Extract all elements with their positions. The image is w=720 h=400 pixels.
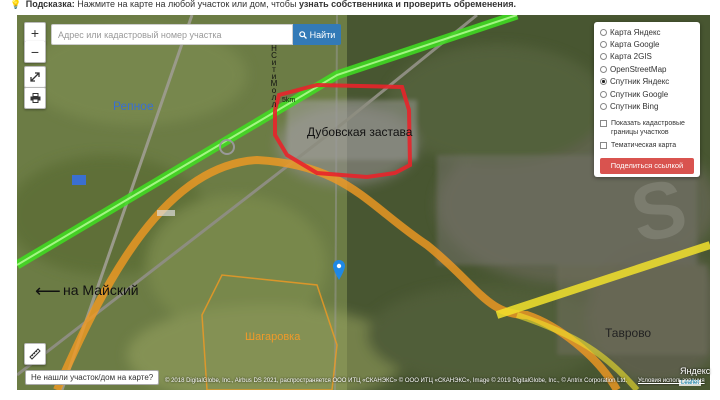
label-5km: 5km: [282, 97, 296, 104]
hint-emphasis: узнать собственника и проверить обремене…: [298, 0, 516, 9]
search-button-label: Найти: [309, 29, 336, 40]
layer-option-label: Спутник Bing: [610, 102, 659, 112]
hint-prefix: Подсказка:: [25, 0, 75, 9]
leaflet-link[interactable]: Leaflet: [679, 380, 702, 386]
hint-bar: 💡 Подсказка: Нажмите на карте на любой у…: [0, 0, 720, 15]
label-to-maysky: на Майский: [63, 282, 139, 298]
lightbulb-icon: 💡: [10, 0, 22, 9]
label-tavrovo: Таврово: [605, 326, 652, 340]
printer-icon: [30, 93, 40, 103]
radio-selected-icon[interactable]: [600, 78, 607, 86]
hint-text: Нажмите на карте на любой участок или до…: [74, 0, 299, 9]
location-pin-icon[interactable]: [333, 260, 345, 285]
label-dubovskaya-zastava: Дубовская застава: [307, 125, 413, 139]
label-shagarovka: Шагаровка: [245, 331, 301, 343]
label-vertical-citymall: НСитиМолл: [270, 44, 278, 109]
layer-option-bing-satellite[interactable]: Спутник Bing: [600, 100, 694, 112]
checkbox-icon[interactable]: [600, 141, 607, 149]
layer-switcher: Карта Яндекс Карта Google Карта 2GIS Ope…: [594, 22, 700, 177]
layer-option-label: Карта Google: [610, 40, 660, 50]
radio-icon[interactable]: [600, 53, 607, 61]
search-field[interactable]: [51, 24, 293, 45]
layer-option-label: OpenStreetMap: [610, 64, 667, 74]
yandex-logo: Яндекс: [680, 366, 711, 376]
radio-icon[interactable]: [600, 65, 607, 73]
search-input[interactable]: [52, 25, 292, 45]
layer-option-google-map[interactable]: Карта Google: [600, 38, 694, 50]
label-repnoe: Репное: [113, 99, 154, 113]
cadastral-label: Показать кадастровые границы участков: [611, 119, 685, 136]
layer-option-label: Карта 2GIS: [610, 52, 652, 62]
thematic-label: Тематическая карта: [611, 141, 677, 149]
arrow-left-icon: ⟵: [35, 281, 61, 301]
ruler-button[interactable]: [24, 343, 46, 365]
search-button[interactable]: Найти: [293, 24, 341, 45]
layer-option-label: Спутник Google: [610, 89, 669, 99]
cadastral-toggle[interactable]: Показать кадастровые границы участков: [600, 119, 694, 137]
page: 💡 Подсказка: Нажмите на карте на любой у…: [0, 0, 720, 400]
share-link-button[interactable]: Поделиться ссылкой: [600, 157, 694, 174]
layer-option-label: Карта Яндекс: [610, 27, 661, 37]
fullscreen-button[interactable]: [24, 66, 46, 88]
checkbox-icon[interactable]: [600, 119, 607, 127]
layer-option-yandex-satellite[interactable]: Спутник Яндекс: [600, 76, 694, 88]
map-attribution: © 2018 DigitalGlobe, Inc., Airbus DS 202…: [165, 378, 628, 384]
radio-icon[interactable]: [600, 28, 607, 36]
expand-icon: [30, 72, 40, 82]
radio-icon[interactable]: [600, 90, 607, 98]
thematic-toggle[interactable]: Тематическая карта: [600, 141, 694, 150]
layer-option-2gis-map[interactable]: Карта 2GIS: [600, 51, 694, 63]
not-found-button[interactable]: Не нашли участок/дом на карте?: [25, 370, 160, 385]
print-button[interactable]: [24, 87, 46, 109]
radio-icon[interactable]: [600, 103, 607, 111]
radio-icon[interactable]: [600, 41, 607, 49]
zoom-out-button[interactable]: −: [24, 41, 46, 63]
search-icon: [298, 30, 307, 39]
layer-option-yandex-map[interactable]: Карта Яндекс: [600, 26, 694, 38]
layer-option-openstreetmap[interactable]: OpenStreetMap: [600, 63, 694, 75]
ruler-icon: [29, 348, 41, 360]
layer-option-google-satellite[interactable]: Спутник Google: [600, 88, 694, 100]
layer-option-label: Спутник Яндекс: [610, 77, 670, 87]
